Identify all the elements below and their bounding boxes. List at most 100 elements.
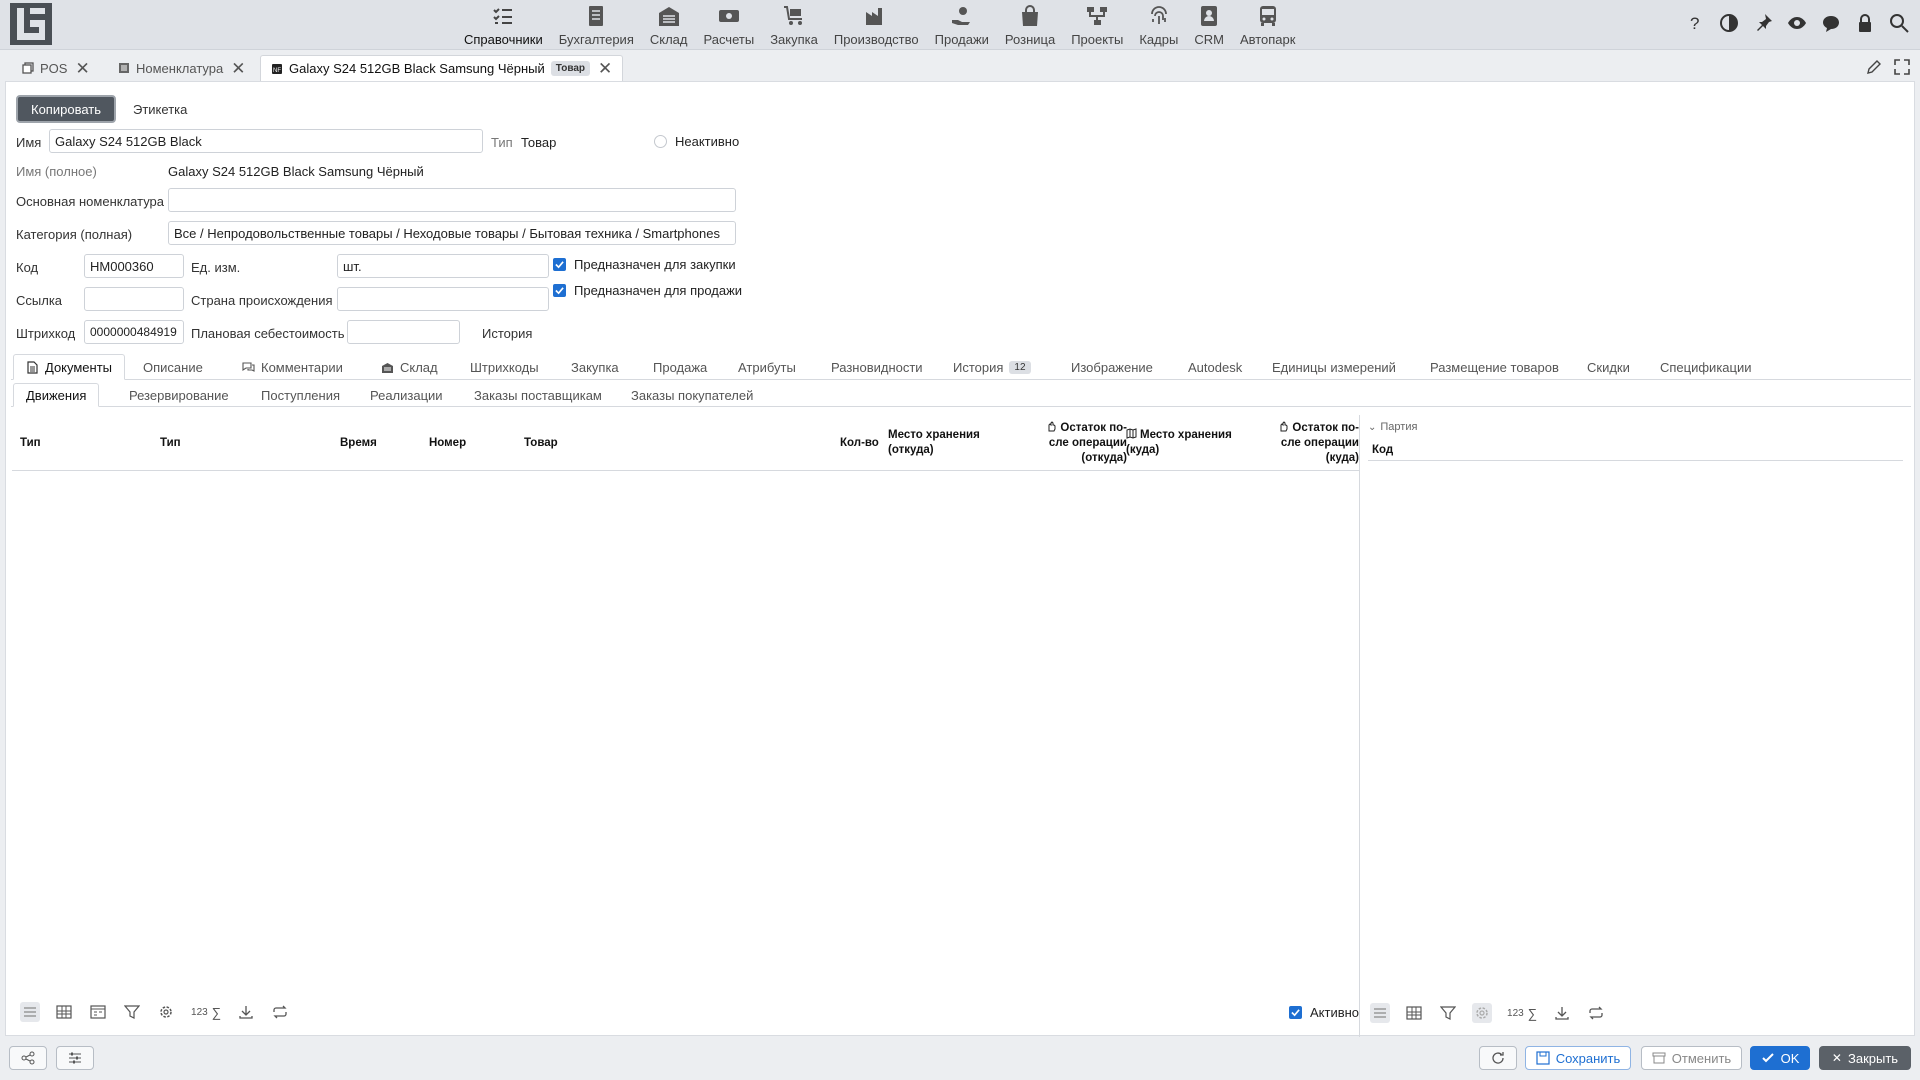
subtab-movements[interactable]: Движения [13,383,100,407]
share-button[interactable] [9,1046,47,1070]
close-icon[interactable]: ✕ [231,60,245,77]
pin-button[interactable] [1752,12,1774,34]
checkbox-checked-icon[interactable] [1289,1006,1302,1019]
tab-documents[interactable]: Документы [13,354,126,380]
inactive-toggle[interactable] [654,135,667,148]
column-header-balance-from[interactable]: Остаток по-сле операции (откуда) [1027,421,1127,466]
chat-button[interactable] [1820,12,1842,34]
tab-purchase[interactable]: Закупка [559,354,631,380]
history-link[interactable]: История [482,326,532,341]
category-input[interactable]: Все / Непродовольственные товары / Неход… [168,221,736,245]
batch-group-header[interactable]: ⌄ Партия [1368,421,1417,433]
column-header-qty[interactable]: Кол-во [840,436,879,451]
settings-sliders-button[interactable] [56,1046,94,1070]
grid-view-button[interactable] [54,1002,74,1022]
ok-button[interactable]: OK [1750,1046,1810,1070]
code-input[interactable]: НМ000360 [84,254,184,278]
module-proizvodstvo[interactable]: Производство [826,2,927,48]
doc-tab-pos[interactable]: POS ✕ [12,55,100,81]
close-button[interactable]: ✕ Закрыть [1819,1046,1911,1070]
tab-placement[interactable]: Размещение товаров [1418,354,1571,380]
subtab-customer-orders[interactable]: Заказы покупателей [619,383,765,407]
subtab-sales[interactable]: Реализации [358,383,455,407]
barcode-input[interactable]: 0000000484919 [84,320,184,344]
refresh-button[interactable] [1586,1003,1606,1023]
settings-button[interactable] [1472,1003,1492,1023]
country-input[interactable] [337,287,549,311]
module-avtopark[interactable]: Автопарк [1232,2,1304,48]
export-button[interactable] [236,1002,256,1022]
tab-barcodes[interactable]: Штрихкоды [458,354,551,380]
tab-attributes[interactable]: Атрибуты [726,354,808,380]
grid-view-button[interactable] [1404,1003,1424,1023]
module-zakupka[interactable]: Закупка [762,2,826,48]
column-header-type[interactable]: Тип [20,436,41,451]
close-icon[interactable]: ✕ [598,60,612,77]
module-buhgalteriya[interactable]: Бухгалтерия [551,2,642,48]
search-button[interactable] [1888,12,1910,34]
view-button[interactable] [1786,12,1808,34]
name-input[interactable]: Galaxy S24 512GB Black [49,129,483,153]
module-raschety[interactable]: Расчеты [695,2,762,48]
module-roznica[interactable]: Розница [997,2,1063,48]
help-button[interactable]: ? [1684,12,1706,34]
inactive-checkbox[interactable]: Неактивно [654,134,739,149]
theme-toggle[interactable] [1718,12,1740,34]
column-header-product[interactable]: Товар [524,436,558,451]
unit-input[interactable]: шт. [337,254,549,278]
filter-button[interactable] [1438,1003,1458,1023]
module-kadry[interactable]: Кадры [1131,2,1186,48]
list-view-button[interactable] [20,1002,40,1022]
column-header-time[interactable]: Время [340,436,377,451]
doc-tab-galaxy[interactable]: NF Galaxy S24 512GB Black Samsung Чёрный… [260,55,624,81]
fullscreen-icon[interactable] [1894,59,1910,75]
tab-description[interactable]: Описание [131,354,215,380]
tab-sales[interactable]: Продажа [641,354,719,380]
lock-button[interactable] [1854,12,1876,34]
filter-button[interactable] [122,1002,142,1022]
totals-button[interactable]: 123 ∑ [1506,1003,1538,1023]
active-checkbox[interactable]: Активно [1289,1005,1359,1020]
tab-specifications[interactable]: Спецификации [1648,354,1764,380]
tab-discounts[interactable]: Скидки [1575,354,1642,380]
close-icon[interactable]: ✕ [75,60,89,77]
tab-comments[interactable]: Комментарии [230,354,355,380]
module-proekty[interactable]: Проекты [1063,2,1131,48]
doc-tab-nomenklatura[interactable]: Номенклатура ✕ [108,55,256,81]
module-spravochniki[interactable]: Справочники [456,2,551,48]
column-header-type2[interactable]: Тип [160,436,181,451]
export-button[interactable] [1552,1003,1572,1023]
column-header-number[interactable]: Номер [429,436,466,451]
column-header-code[interactable]: Код [1372,443,1393,458]
plan-cost-input[interactable] [347,320,460,344]
purchase-checkbox[interactable]: Предназначен для закупки [553,257,736,272]
checkbox-checked-icon[interactable] [553,258,566,271]
module-crm[interactable]: CRM [1186,2,1232,48]
tab-units[interactable]: Единицы измерений [1260,354,1408,380]
grid-splitter[interactable] [1359,415,1360,1037]
list-view-button[interactable] [1370,1003,1390,1023]
calendar-view-button[interactable] [88,1002,108,1022]
refresh-button[interactable] [270,1002,290,1022]
tab-image[interactable]: Изображение [1059,354,1165,380]
save-button[interactable]: Сохранить [1525,1046,1631,1070]
totals-button[interactable]: 123 ∑ [190,1002,222,1022]
tab-autodesk[interactable]: Autodesk [1176,354,1254,380]
subtab-supplier-orders[interactable]: Заказы поставщикам [462,383,614,407]
column-header-storage-to[interactable]: Место хранения (куда) [1126,428,1241,458]
reload-button[interactable] [1479,1046,1517,1070]
app-logo[interactable] [10,3,52,45]
settings-button[interactable] [156,1002,176,1022]
subtab-receipts[interactable]: Поступления [249,383,352,407]
tab-history[interactable]: История 12 [941,354,1043,380]
tab-warehouse[interactable]: Склад [369,354,450,380]
cancel-button[interactable]: Отменить [1641,1046,1742,1070]
module-sklad[interactable]: Склад [642,2,696,48]
checkbox-checked-icon[interactable] [553,284,566,297]
copy-button[interactable]: Копировать [16,95,116,123]
edit-icon[interactable] [1866,59,1882,75]
link-input[interactable] [84,287,184,311]
sale-checkbox[interactable]: Предназначен для продажи [553,283,742,298]
label-print-link[interactable]: Этикетка [133,102,187,117]
module-prodazhi[interactable]: Продажи [927,2,997,48]
